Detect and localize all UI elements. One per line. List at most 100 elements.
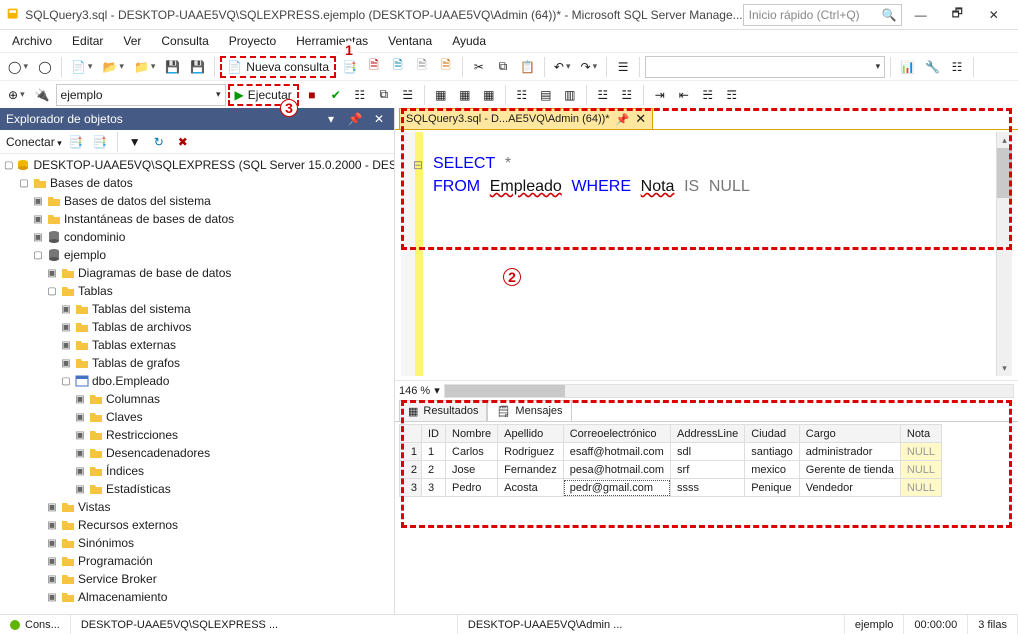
cell-id[interactable]: 3 <box>422 479 446 497</box>
cell-apellido[interactable]: Fernandez <box>498 461 564 479</box>
btn-x2[interactable]: ▦ <box>454 84 476 106</box>
cell-nombre[interactable]: Carlos <box>446 443 498 461</box>
registered-servers-button[interactable]: ☷ <box>946 56 968 78</box>
btn-x6[interactable]: ▥ <box>559 84 581 106</box>
cell-id[interactable]: 1 <box>422 443 446 461</box>
zoom-value[interactable]: 146 % <box>399 385 430 397</box>
stop-connect-button[interactable]: 📑 <box>90 132 110 152</box>
tree-root[interactable]: DESKTOP-UAAE5VQ\SQLEXPRESS (SQL Server 1… <box>33 158 394 172</box>
connect-button[interactable]: Conectar <box>6 135 62 149</box>
tree-recursos[interactable]: Recursos externos <box>78 518 178 532</box>
paste-button[interactable]: 📋 <box>516 56 539 78</box>
editor-vscroll[interactable]: ▴ ▾ <box>996 132 1012 376</box>
results-tab[interactable]: ▦ Resultados <box>399 400 487 421</box>
panel-dropdown-button[interactable]: ▾ <box>322 110 340 128</box>
include-plan-button[interactable]: ☱ <box>397 84 419 106</box>
results-grid[interactable]: ID Nombre Apellido Correoelectrónico Add… <box>399 424 942 497</box>
tree-columnas[interactable]: Columnas <box>106 392 160 406</box>
stop-button[interactable]: ■ <box>301 84 323 106</box>
menu-ayuda[interactable]: Ayuda <box>444 32 494 50</box>
tab-close-button[interactable]: ✕ <box>635 111 646 127</box>
filter-button[interactable]: ▼ <box>125 132 145 152</box>
add-item-button[interactable]: 📁 <box>130 56 159 78</box>
tbtn-c[interactable]: 🗎 <box>411 56 433 78</box>
btn-x3[interactable]: ▦ <box>478 84 500 106</box>
new-query-button[interactable]: 📄 Nueva consulta <box>220 56 336 78</box>
target-button[interactable]: ⊕ <box>4 84 29 106</box>
scroll-down-icon[interactable]: ▾ <box>997 360 1012 376</box>
cell-correo[interactable]: pedr@gmail.com <box>563 479 670 497</box>
cell-nombre[interactable]: Pedro <box>446 479 498 497</box>
zoom-dropdown-icon[interactable]: ▾ <box>434 384 440 397</box>
tree-tablas-sistema[interactable]: Tablas del sistema <box>92 302 191 316</box>
cell-ciudad[interactable]: Penique <box>745 479 800 497</box>
tbtn-a[interactable]: 🗎 <box>363 56 385 78</box>
col-rowhdr[interactable] <box>400 425 422 443</box>
cell-ciudad[interactable]: mexico <box>745 461 800 479</box>
tree-restricciones[interactable]: Restricciones <box>106 428 178 442</box>
row-number[interactable]: 3 <box>400 479 422 497</box>
col-address[interactable]: AddressLine <box>671 425 745 443</box>
save-button[interactable]: 💾 <box>161 56 184 78</box>
open-file-button[interactable]: 📂 <box>98 56 127 78</box>
col-nombre[interactable]: Nombre <box>446 425 498 443</box>
redo-button[interactable]: ↷ <box>577 56 602 78</box>
cell-nombre[interactable]: Jose <box>446 461 498 479</box>
row-number[interactable]: 1 <box>400 443 422 461</box>
tree-desencadenadores[interactable]: Desencadenadores <box>106 446 210 460</box>
undo-button[interactable]: ↶ <box>550 56 575 78</box>
tree-tablas-grafos[interactable]: Tablas de grafos <box>92 356 180 370</box>
tree-tablas[interactable]: Tablas <box>78 284 113 298</box>
disconnect-button[interactable]: 📑 <box>66 132 86 152</box>
btn-x8[interactable]: ☶ <box>721 84 743 106</box>
cut-button[interactable]: ✂ <box>468 56 490 78</box>
editor-hscroll[interactable] <box>444 384 1014 398</box>
col-id[interactable]: ID <box>422 425 446 443</box>
tab-pin-icon[interactable]: 📌 <box>616 113 630 126</box>
btn-x1[interactable]: ▦ <box>430 84 452 106</box>
tbtn-d[interactable]: 🗎 <box>435 56 457 78</box>
cell-apellido[interactable]: Acosta <box>498 479 564 497</box>
menu-editar[interactable]: Editar <box>64 32 111 50</box>
tree-sinonimos[interactable]: Sinónimos <box>78 536 134 550</box>
menu-ventana[interactable]: Ventana <box>380 32 440 50</box>
menu-archivo[interactable]: Archivo <box>4 32 60 50</box>
solution-combo[interactable] <box>645 56 885 78</box>
cell-nota[interactable]: NULL <box>900 479 941 497</box>
tree-programacion[interactable]: Programación <box>78 554 153 568</box>
btn-x4[interactable]: ☷ <box>511 84 533 106</box>
panel-pin-button[interactable]: 📌 <box>346 110 364 128</box>
parse-button[interactable]: ✔ <box>325 84 347 106</box>
editor-text[interactable]: ⊟ SELECT * FROM Empleado WHERE Nota IS N… <box>423 132 996 376</box>
menu-herramientas[interactable]: Herramientas <box>288 32 376 50</box>
col-ciudad[interactable]: Ciudad <box>745 425 800 443</box>
plan2-button[interactable]: ⧉ <box>373 84 395 106</box>
tree-bases[interactable]: Bases de datos <box>50 176 133 190</box>
tree-almacenamiento[interactable]: Almacenamiento <box>78 590 167 604</box>
cell-ciudad[interactable]: santiago <box>745 443 800 461</box>
cell-cargo[interactable]: Vendedor <box>799 479 900 497</box>
object-tree[interactable]: ▢DESKTOP-UAAE5VQ\SQLEXPRESS (SQL Server … <box>0 154 394 614</box>
copy-button[interactable]: ⧉ <box>492 56 514 78</box>
indent-button[interactable]: ⇥ <box>649 84 671 106</box>
uncomment-button[interactable]: ☳ <box>616 84 638 106</box>
cell-nota[interactable]: NULL <box>900 461 941 479</box>
tree-ejemplo[interactable]: ejemplo <box>64 248 106 262</box>
minimize-button[interactable]: ― <box>902 0 939 30</box>
col-nota[interactable]: Nota <box>900 425 941 443</box>
hscroll-thumb[interactable] <box>445 385 565 397</box>
cell-address[interactable]: sdl <box>671 443 745 461</box>
stop-refresh-button[interactable]: ✖ <box>173 132 193 152</box>
tree-instantaneas[interactable]: Instantáneas de bases de datos <box>64 212 234 226</box>
close-button[interactable]: ✕ <box>975 0 1012 30</box>
cell-correo[interactable]: esaff@hotmail.com <box>563 443 670 461</box>
tree-estadisticas[interactable]: Estadísticas <box>106 482 171 496</box>
cell-address[interactable]: ssss <box>671 479 745 497</box>
btn-x7[interactable]: ☵ <box>697 84 719 106</box>
col-correo[interactable]: Correoelectrónico <box>563 425 670 443</box>
menu-ver[interactable]: Ver <box>115 32 149 50</box>
nav-fwd-button[interactable]: ◯ <box>34 56 56 78</box>
table-row[interactable]: 1 1 Carlos Rodriguez esaff@hotmail.com s… <box>400 443 942 461</box>
col-cargo[interactable]: Cargo <box>799 425 900 443</box>
tree-tablas-archivos[interactable]: Tablas de archivos <box>92 320 191 334</box>
